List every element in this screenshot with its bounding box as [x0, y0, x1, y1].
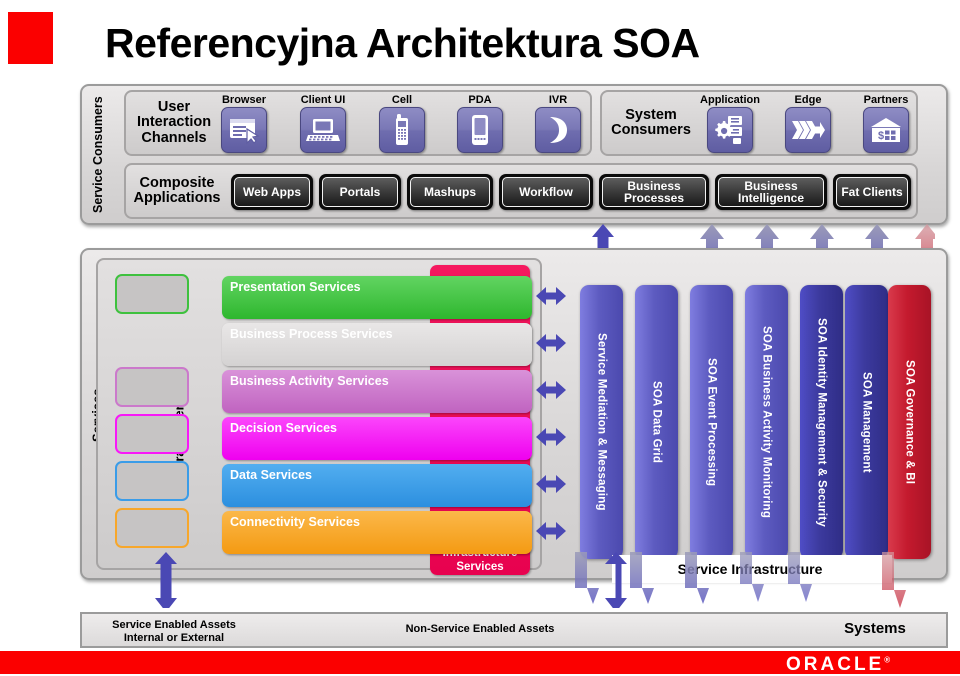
edge-arrow-icon[interactable]: [785, 107, 831, 153]
infra-bar-soa-management[interactable]: SOA Management: [845, 285, 888, 559]
infra-bar-soa-identity-management[interactable]: SOA Identity Management & Security: [800, 285, 843, 559]
infra-bar-label: SOA Event Processing: [705, 357, 718, 487]
federated-box-presentation[interactable]: [115, 274, 189, 314]
service-row-business-process[interactable]: Business Process Services: [222, 323, 532, 366]
infra-bar-soa-governance-bi[interactable]: SOA Governance & BI: [888, 285, 931, 559]
composite-app-mashups[interactable]: Mashups: [407, 174, 493, 210]
tile-caption-ivr: IVR: [548, 94, 568, 106]
laptop-icon[interactable]: [300, 107, 346, 153]
service-row-presentation[interactable]: Presentation Services: [222, 276, 532, 319]
server-gear-icon[interactable]: [707, 107, 753, 153]
infra-bar-label: SOA Identity Management & Security: [815, 317, 828, 527]
system-consumers-title: System Consumers: [611, 106, 691, 138]
composite-app-business-processes[interactable]: Business Processes: [599, 174, 709, 210]
service-row-label: Presentation Services: [230, 280, 361, 294]
pda-icon[interactable]: [457, 107, 503, 153]
brand-red-square: [8, 12, 53, 64]
composite-applications-title: Composite Applications: [133, 174, 221, 206]
composite-app-label: Business Processes: [602, 177, 706, 207]
composite-app-workflow[interactable]: Workflow: [499, 174, 593, 210]
service-row-label: Data Services: [230, 468, 313, 482]
infrastructure-to-systems-arrows: [150, 552, 950, 614]
service-row-label: Business Activity Services: [230, 374, 389, 388]
service-row-label: Business Process Services: [230, 327, 393, 341]
systems-label: Systems: [844, 620, 906, 637]
browser-icon[interactable]: [221, 107, 267, 153]
phone-handset-icon[interactable]: [535, 107, 581, 153]
infra-bar-soa-event-processing[interactable]: SOA Event Processing: [690, 285, 733, 559]
composite-app-label: Portals: [322, 177, 398, 207]
infra-bar-label: SOA Management: [860, 371, 873, 473]
service-row-business-activity[interactable]: Business Activity Services: [222, 370, 532, 413]
infra-bar-soa-bam[interactable]: SOA Business Activity Monitoring: [745, 285, 788, 559]
infra-bar-label: SOA Governance & BI: [903, 359, 916, 485]
cellphone-icon[interactable]: [379, 107, 425, 153]
composite-app-business-intelligence[interactable]: Business Intelligence: [715, 174, 827, 210]
service-enabled-assets-line1: Service Enabled Assets: [112, 619, 236, 631]
non-service-enabled-assets-label: Non-Service Enabled Assets: [405, 623, 555, 635]
federated-box-decision[interactable]: [115, 414, 189, 454]
service-row-connectivity[interactable]: Connectivity Services: [222, 511, 532, 554]
infra-bar-label: SOA Data Grid: [650, 380, 663, 464]
service-row-data[interactable]: Data Services: [222, 464, 532, 507]
tile-caption-partners: Partners: [863, 94, 909, 106]
service-row-decision[interactable]: Decision Services: [222, 417, 532, 460]
federated-box-business-activity[interactable]: [115, 367, 189, 407]
composite-app-label: Business Intelligence: [718, 177, 824, 207]
composite-app-web-apps[interactable]: Web Apps: [231, 174, 313, 210]
page-title: Referencyjna Architektura SOA: [105, 20, 700, 66]
infra-bar-soa-data-grid[interactable]: SOA Data Grid: [635, 285, 678, 559]
infra-bar-service-mediation[interactable]: Service Mediation & Messaging: [580, 285, 623, 559]
bank-icon[interactable]: $: [863, 107, 909, 153]
composite-app-fat-clients[interactable]: Fat Clients: [833, 174, 911, 210]
composite-app-label: Mashups: [410, 177, 490, 207]
service-enabled-assets-label: Service Enabled Assets Internal or Exter…: [84, 619, 264, 645]
services-to-infrastructure-arrows: [536, 287, 566, 540]
service-row-label: Connectivity Services: [230, 515, 360, 529]
service-consumers-label: Service Consumers: [91, 96, 105, 213]
oracle-wordmark: ORACLE: [786, 654, 885, 675]
composite-app-portals[interactable]: Portals: [319, 174, 401, 210]
service-row-label: Decision Services: [230, 421, 338, 435]
federated-box-connectivity[interactable]: [115, 508, 189, 548]
federated-box-data[interactable]: [115, 461, 189, 501]
composite-app-label: Fat Clients: [836, 177, 908, 207]
oracle-trademark: ®: [884, 655, 891, 665]
svg-text:$: $: [878, 130, 884, 142]
service-enabled-assets-line2: Internal or External: [123, 632, 225, 644]
composite-app-label: Web Apps: [234, 177, 310, 207]
infra-bar-label: SOA Business Activity Monitoring: [760, 325, 773, 519]
infra-bar-label: Service Mediation & Messaging: [595, 333, 608, 511]
oracle-logo: ORACLE®: [786, 654, 890, 676]
composite-app-label: Workflow: [502, 177, 590, 207]
